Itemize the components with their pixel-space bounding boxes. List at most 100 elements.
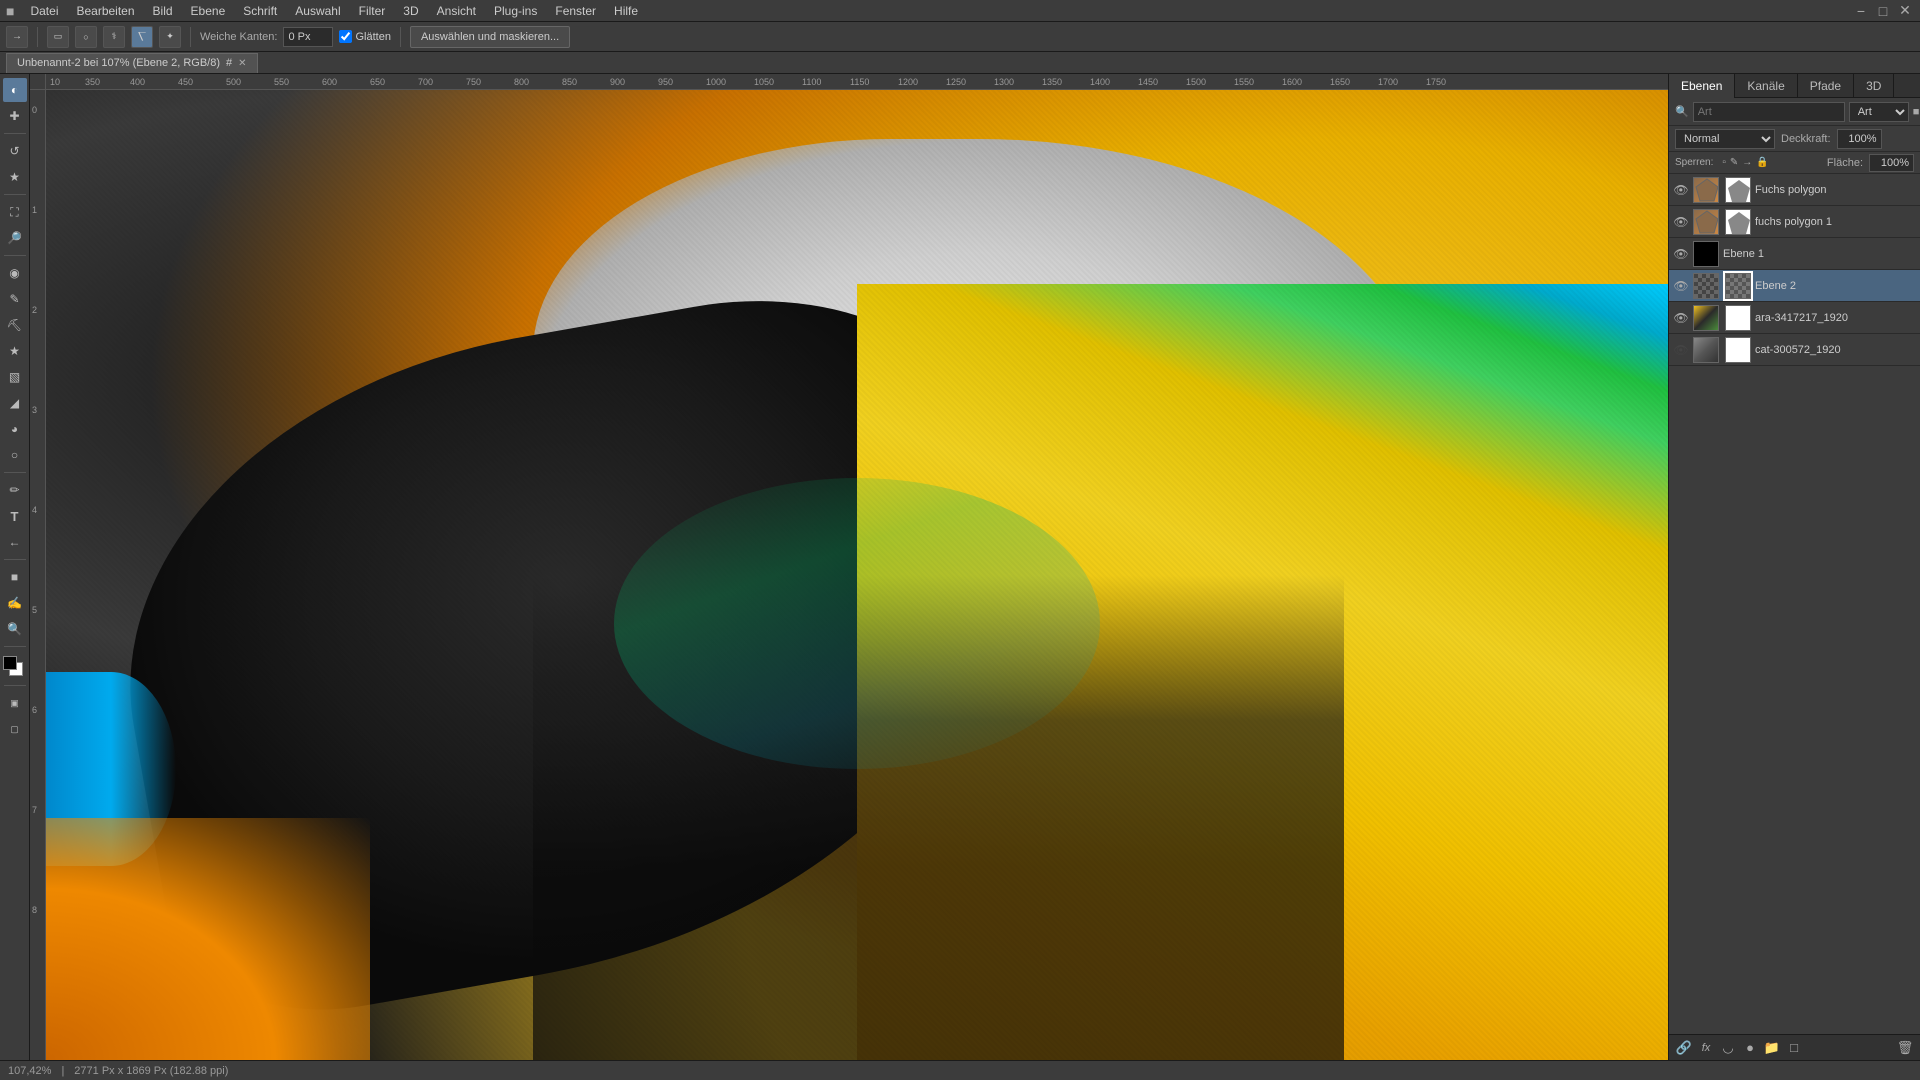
document-tab-close[interactable]: ✕ xyxy=(238,58,246,69)
layer-mask-ara xyxy=(1725,305,1751,331)
poly-lasso-btn[interactable]: ⎲ xyxy=(131,26,153,48)
foreground-color[interactable] xyxy=(3,656,17,670)
menu-plugins[interactable]: Plug-ins xyxy=(486,2,545,20)
pen-tool-btn[interactable]: ✏ xyxy=(3,478,27,502)
soft-edges-input[interactable] xyxy=(283,27,333,47)
blur-tool-btn[interactable]: ◕ xyxy=(3,417,27,441)
ruler-tick: 700 xyxy=(418,77,433,87)
quick-select-btn[interactable]: ★ xyxy=(3,165,27,189)
window-maximize-btn[interactable]: □ xyxy=(1874,4,1892,18)
lasso-select-btn[interactable]: ⚕ xyxy=(103,26,125,48)
layers-filter-dropdown[interactable]: Art Name Effekt xyxy=(1849,102,1909,122)
path-select-btn[interactable]: ← xyxy=(3,530,27,554)
layer-link-btn[interactable]: 🔗 xyxy=(1675,1039,1693,1057)
color-swatch[interactable] xyxy=(3,656,27,680)
layer-mask-btn[interactable]: ◡ xyxy=(1719,1039,1737,1057)
gradient-tool-btn[interactable]: ◢ xyxy=(3,391,27,415)
shape-tool-btn[interactable]: ■ xyxy=(3,565,27,589)
eraser-tool-btn[interactable]: ▧ xyxy=(3,365,27,389)
window-close-btn[interactable]: ✕ xyxy=(1896,4,1914,18)
move-tool-btn[interactable]: ✚ xyxy=(3,104,27,128)
toolbar-sep-2 xyxy=(190,27,191,47)
tab-3d[interactable]: 3D xyxy=(1854,74,1894,98)
zoom-tool-btn[interactable]: 🔍 xyxy=(3,617,27,641)
menu-bild[interactable]: Bild xyxy=(145,2,181,20)
smooth-checkbox[interactable] xyxy=(339,30,352,43)
layer-item-cat[interactable]: 👁 cat-300572_1920 xyxy=(1669,334,1920,366)
app-icon[interactable]: ■ xyxy=(6,3,14,19)
menu-ansicht[interactable]: Ansicht xyxy=(429,2,484,20)
history-brush-btn[interactable]: ★ xyxy=(3,339,27,363)
tab-pfade[interactable]: Pfade xyxy=(1798,74,1854,98)
lasso-tool-btn[interactable]: ↺ xyxy=(3,139,27,163)
layers-search-input[interactable] xyxy=(1693,102,1845,122)
brush-tool-btn[interactable]: ✎ xyxy=(3,287,27,311)
smooth-label: Glätten xyxy=(355,31,390,43)
eyedropper-btn[interactable]: 🔎 xyxy=(3,226,27,250)
document-tab[interactable]: Unbenannt-2 bei 107% (Ebene 2, RGB/8) # … xyxy=(6,53,258,73)
move-tool-btn[interactable]: → xyxy=(6,26,28,48)
layer-name-fuchs-polygon: Fuchs polygon xyxy=(1755,184,1916,196)
layer-eye-fuchs-polygon[interactable]: 👁 xyxy=(1673,182,1689,198)
text-tool-btn[interactable]: T xyxy=(3,504,27,528)
lock-position-icon[interactable]: → xyxy=(1742,157,1752,168)
rect-select-btn[interactable]: ▭ xyxy=(47,26,69,48)
layers-icon-pixel[interactable]: ■ xyxy=(1913,103,1920,121)
ruler-tick: 1150 xyxy=(850,77,869,87)
lock-all-icon[interactable]: 🔒 xyxy=(1756,157,1768,168)
ruler-tick: 350 xyxy=(85,77,100,87)
layer-adjustment-btn[interactable]: ● xyxy=(1741,1039,1759,1057)
ruler-tick: 10 xyxy=(50,77,60,87)
select-mask-btn[interactable]: Auswählen und maskieren... xyxy=(410,26,570,48)
lock-transparency-icon[interactable]: ▫ xyxy=(1722,157,1726,168)
selection-tool-btn[interactable]: ◐ xyxy=(3,78,27,102)
layer-fx-btn[interactable]: fx xyxy=(1697,1039,1715,1057)
quick-mask-btn[interactable]: ▣ xyxy=(3,691,27,715)
menu-hilfe[interactable]: Hilfe xyxy=(606,2,646,20)
menu-3d[interactable]: 3D xyxy=(395,2,426,20)
ruler-tick: 800 xyxy=(514,77,529,87)
menu-auswahl[interactable]: Auswahl xyxy=(287,2,348,20)
clone-stamp-btn[interactable]: ⛏ xyxy=(3,313,27,337)
spot-heal-btn[interactable]: ◉ xyxy=(3,261,27,285)
layer-eye-ebene-1[interactable]: 👁 xyxy=(1673,246,1689,262)
hand-tool-btn[interactable]: ✍ xyxy=(3,591,27,615)
layer-item-ebene-2[interactable]: 👁 Ebene 2 xyxy=(1669,270,1920,302)
dodge-tool-btn[interactable]: ○ xyxy=(3,443,27,467)
ruler-tick: 1100 xyxy=(802,77,821,87)
layer-item-ara[interactable]: 👁 ara-3417217_1920 xyxy=(1669,302,1920,334)
blend-mode-dropdown[interactable]: Normal Auflösen Abdunkeln Multiplizieren… xyxy=(1675,129,1775,149)
ellipse-select-btn[interactable]: ○ xyxy=(75,26,97,48)
layer-eye-ebene-2[interactable]: 👁 xyxy=(1673,278,1689,294)
lock-paint-icon[interactable]: ✎ xyxy=(1730,157,1738,168)
window-minimize-btn[interactable]: − xyxy=(1852,4,1870,18)
canvas-area[interactable] xyxy=(46,90,1668,1060)
layer-eye-cat[interactable]: 👁 xyxy=(1673,342,1689,358)
layer-item-fuchs-polygon-1[interactable]: 👁 fuchs polygon 1 xyxy=(1669,206,1920,238)
layer-delete-btn[interactable]: 🗑 xyxy=(1896,1039,1914,1057)
menu-schrift[interactable]: Schrift xyxy=(235,2,285,20)
menu-fenster[interactable]: Fenster xyxy=(547,2,604,20)
layer-item-fuchs-polygon[interactable]: 👁 Fuchs polygon xyxy=(1669,174,1920,206)
tab-ebenen[interactable]: Ebenen xyxy=(1669,74,1735,98)
tab-kanaele[interactable]: Kanäle xyxy=(1735,74,1797,98)
layer-thumb-fuchs-polygon-1 xyxy=(1693,209,1719,235)
menu-bearbeiten[interactable]: Bearbeiten xyxy=(68,2,142,20)
opacity-input[interactable] xyxy=(1837,129,1882,149)
menu-filter[interactable]: Filter xyxy=(351,2,394,20)
layer-item-ebene-1[interactable]: 👁 Ebene 1 xyxy=(1669,238,1920,270)
menu-datei[interactable]: Datei xyxy=(22,2,66,20)
options-toolbar: → ▭ ○ ⚕ ⎲ ✦ Weiche Kanten: Glätten Auswä… xyxy=(0,22,1920,52)
document-dimensions: 2771 Px x 1869 Px (182.88 ppi) xyxy=(74,1065,228,1077)
layer-eye-ara[interactable]: 👁 xyxy=(1673,310,1689,326)
magic-wand-btn[interactable]: ✦ xyxy=(159,26,181,48)
crop-tool-btn[interactable]: ⛶ xyxy=(3,200,27,224)
layer-eye-fuchs-polygon-1[interactable]: 👁 xyxy=(1673,214,1689,230)
layer-name-ara: ara-3417217_1920 xyxy=(1755,312,1916,324)
menu-ebene[interactable]: Ebene xyxy=(183,2,234,20)
screen-mode-btn[interactable]: ▢ xyxy=(3,717,27,741)
layer-new-btn[interactable]: □ xyxy=(1785,1039,1803,1057)
ruler-tick-v: 2 xyxy=(32,305,37,315)
fill-input[interactable] xyxy=(1869,154,1914,172)
layer-group-btn[interactable]: 📁 xyxy=(1763,1039,1781,1057)
